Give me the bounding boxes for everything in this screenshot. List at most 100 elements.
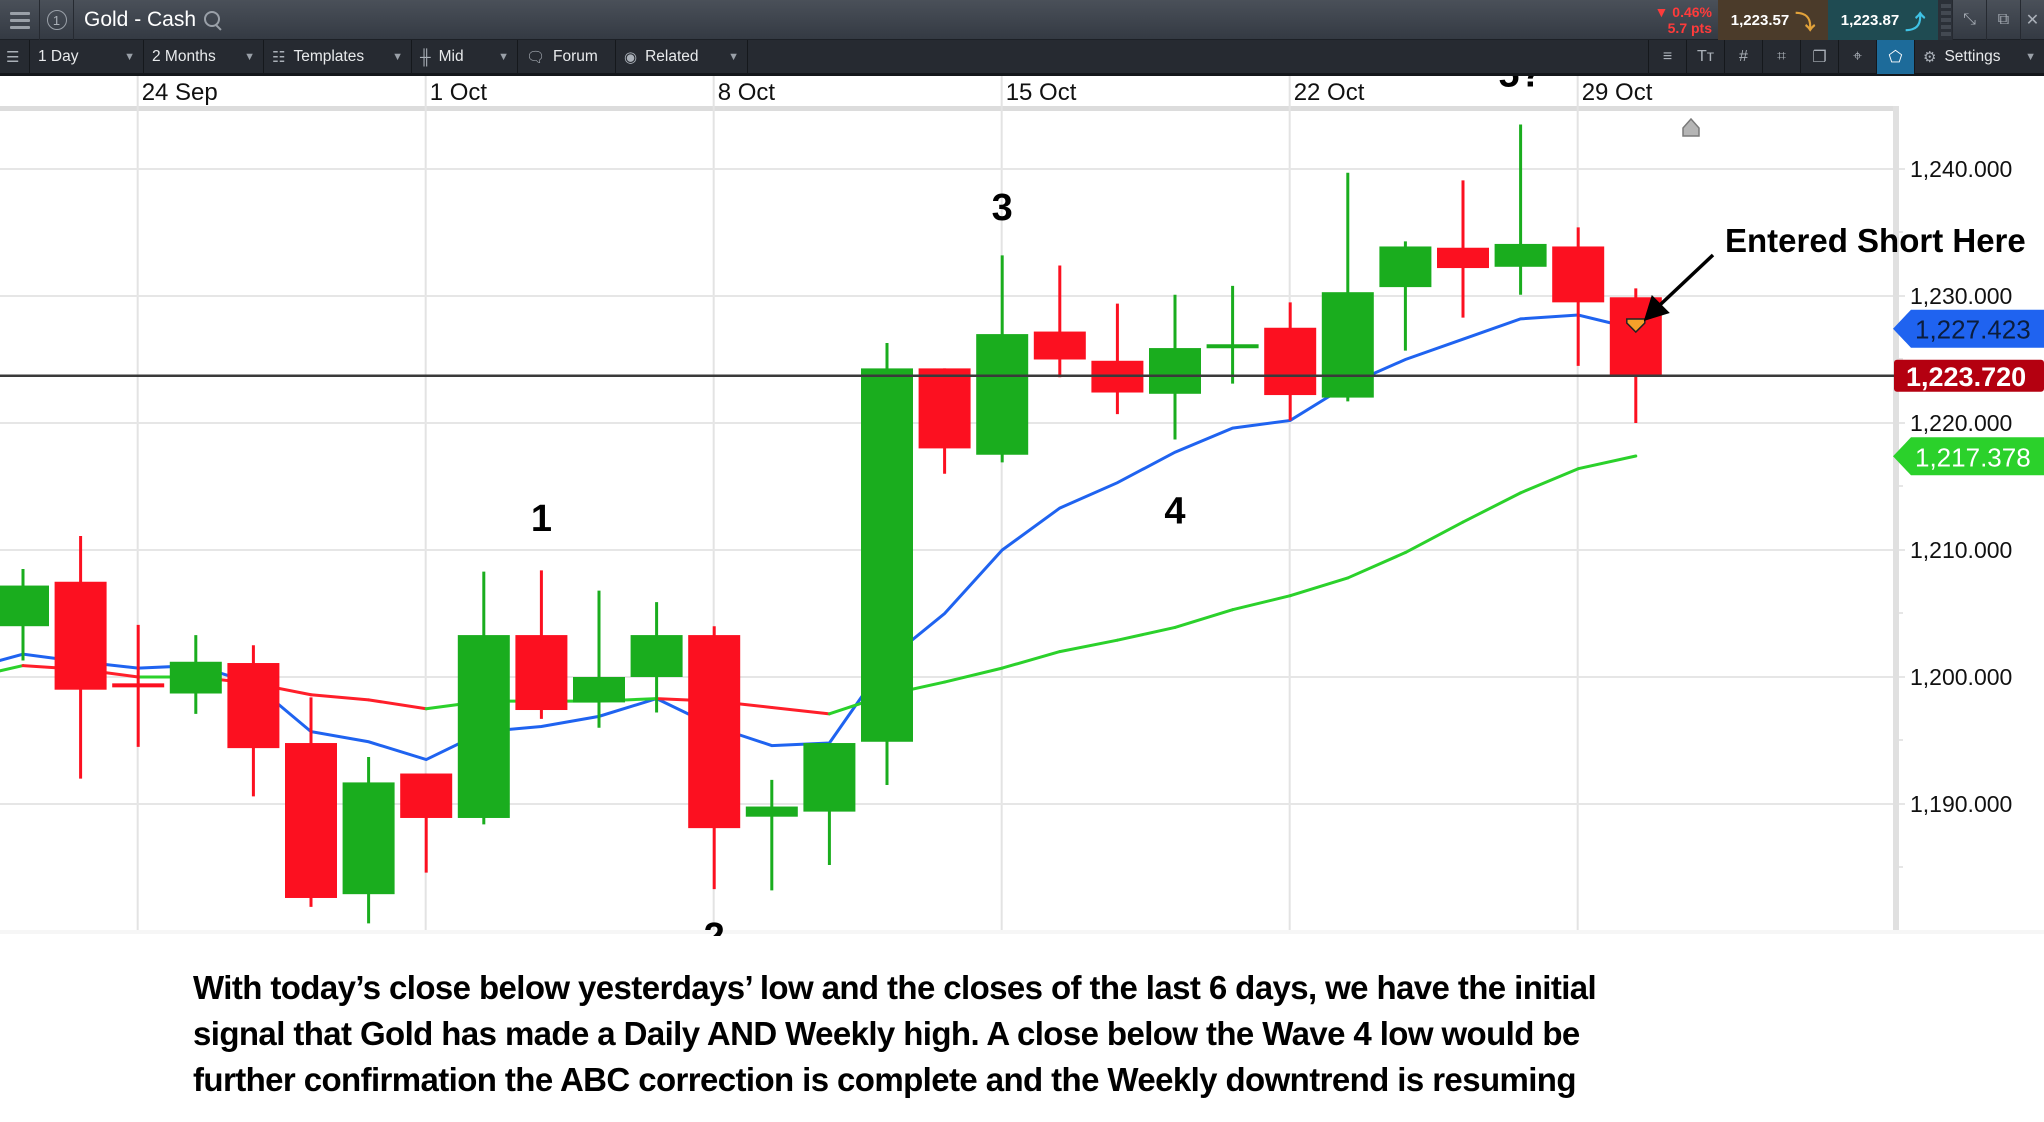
price-label-button[interactable]: ⬠ bbox=[1876, 40, 1914, 74]
window-number-badge[interactable]: 1 bbox=[40, 0, 74, 40]
list-button[interactable]: ☰ bbox=[0, 40, 30, 74]
annotation-arrow-line bbox=[1656, 253, 1715, 309]
wave-label: 4 bbox=[1164, 490, 1185, 532]
candle-body bbox=[457, 635, 510, 818]
depth-grip[interactable] bbox=[1938, 0, 1952, 40]
price-chart[interactable]: 24 Sep 1 Oct 8 Oct 15 Oct 22 Oct 29 Oct 1,190… bbox=[0, 76, 2044, 936]
grid-toggle-button[interactable]: # bbox=[1724, 40, 1762, 74]
tag-icon: ⬠ bbox=[1888, 49, 1903, 66]
candle-body bbox=[1149, 348, 1201, 394]
instrument-title[interactable]: Gold - Cash bbox=[84, 0, 222, 40]
price-badge-label: 1,227.423 bbox=[1915, 315, 2031, 345]
sell-arrow-icon: ⤵ bbox=[1795, 11, 1816, 34]
menu-button[interactable] bbox=[0, 0, 40, 40]
wave-label: 5? bbox=[1498, 76, 1542, 95]
slow-ma-segment bbox=[943, 666, 1004, 684]
candle-body bbox=[976, 334, 1029, 455]
layers-button[interactable]: ❐ bbox=[1800, 40, 1838, 74]
text-tool-button[interactable]: Tᴛ bbox=[1686, 40, 1724, 74]
candle-body bbox=[1264, 327, 1317, 396]
interval-dropdown[interactable]: 1 Day ▼ bbox=[30, 40, 144, 74]
candle bbox=[745, 779, 798, 891]
candles-icon: ╫ bbox=[420, 48, 431, 66]
sell-price: 1,223.57 bbox=[1730, 11, 1790, 29]
candle-body bbox=[1321, 292, 1374, 398]
buy-arrow-icon: ⤴ bbox=[1905, 11, 1926, 34]
candle-body bbox=[688, 635, 741, 829]
date-tick-label: 29 Oct bbox=[1582, 79, 1653, 106]
related-dropdown[interactable]: ◉ Related ▼ bbox=[616, 40, 748, 74]
candle bbox=[285, 697, 337, 907]
buy-button[interactable]: 1,223.87 ⤴ bbox=[1828, 0, 1938, 40]
candle-body bbox=[1206, 344, 1259, 349]
grid-edit-button[interactable]: ⌗ bbox=[1762, 40, 1800, 74]
price-type-dropdown[interactable]: ╫ Mid ▼ bbox=[412, 40, 518, 74]
candle bbox=[803, 743, 856, 865]
sell-button[interactable]: 1,223.57 ⤵ bbox=[1718, 0, 1828, 40]
chevron-down-icon: ▼ bbox=[2025, 51, 2036, 63]
candle-body bbox=[515, 635, 568, 711]
minimize-button[interactable]: ⤡ bbox=[1952, 0, 1986, 40]
slow-ma-segment bbox=[1288, 576, 1350, 598]
candle-body bbox=[918, 368, 971, 449]
crosshair-icon: ⌖ bbox=[1852, 48, 1862, 65]
candle bbox=[573, 590, 625, 728]
list-lines-icon: ≡ bbox=[1662, 48, 1673, 65]
price-badge-fast-ma: 1,227.423 bbox=[1893, 309, 2044, 348]
candle bbox=[1264, 302, 1317, 421]
price-tick-label: 1,200.000 bbox=[1910, 664, 2012, 690]
slow-ma-segment bbox=[1576, 454, 1638, 471]
chevron-down-icon: ▼ bbox=[392, 51, 403, 63]
scroll-to-latest-icon bbox=[1682, 117, 1700, 137]
indicator-list-button[interactable]: ≡ bbox=[1648, 40, 1686, 74]
candle bbox=[1091, 303, 1144, 415]
candle bbox=[169, 635, 222, 714]
candle bbox=[1033, 265, 1086, 378]
forum-button[interactable]: 🗨 Forum bbox=[518, 40, 616, 74]
candle bbox=[227, 645, 280, 797]
list-icon: ☰ bbox=[6, 49, 20, 66]
interval-value: 1 Day bbox=[38, 48, 79, 65]
price-tick-label: 1,240.000 bbox=[1910, 156, 2012, 182]
candle-body bbox=[285, 743, 337, 898]
range-dropdown[interactable]: 2 Months ▼ bbox=[144, 40, 264, 74]
related-label: Related bbox=[645, 48, 699, 65]
slow-ma-segment bbox=[1461, 491, 1523, 524]
date-tick-label: 24 Sep bbox=[142, 79, 218, 106]
close-button[interactable]: ✕ bbox=[2020, 0, 2044, 40]
chevron-down-icon: ▼ bbox=[124, 51, 135, 63]
crosshair-button[interactable]: ⌖ bbox=[1838, 40, 1876, 74]
text-size-icon: Tᴛ bbox=[1696, 48, 1715, 65]
candle bbox=[515, 570, 568, 719]
price-badges: 1,227.423 1,223.720 1,217.378 bbox=[1893, 309, 2044, 476]
search-icon[interactable] bbox=[204, 11, 222, 29]
candle-body bbox=[1379, 246, 1432, 288]
chart-window: 1 Gold - Cash ▼ 0.46% 5.7 pts 1,223.57 ⤵… bbox=[0, 0, 2044, 1122]
candle-body bbox=[54, 581, 107, 690]
templates-label: Templates bbox=[293, 48, 365, 65]
popout-button[interactable]: ⧉ bbox=[1986, 0, 2020, 40]
candle bbox=[1321, 172, 1374, 402]
slow-ma-segment bbox=[1231, 594, 1292, 612]
chart-toolbar: ☰ 1 Day ▼ 2 Months ▼ ☷ Templates ▼ ╫ Mid… bbox=[0, 40, 2044, 76]
templates-dropdown[interactable]: ☷ Templates ▼ bbox=[264, 40, 412, 74]
settings-dropdown[interactable]: ⚙ Settings ▼ bbox=[1914, 40, 2044, 74]
slow-ma-segment bbox=[1346, 551, 1407, 580]
chevron-down-icon: ▼ bbox=[244, 51, 255, 63]
wave-label: 3 bbox=[992, 187, 1013, 229]
slow-ma-segment bbox=[770, 705, 831, 716]
candle bbox=[342, 757, 395, 924]
candle bbox=[54, 536, 107, 779]
analysis-caption: With today’s close below yesterdays’ low… bbox=[193, 965, 1893, 1103]
settings-label: Settings bbox=[1944, 48, 2001, 65]
date-tick-label: 1 Oct bbox=[430, 79, 488, 106]
plot-bottom-edge bbox=[0, 930, 2044, 934]
wave-label: 1 bbox=[531, 498, 552, 540]
candle bbox=[918, 368, 971, 474]
date-tick-label: 15 Oct bbox=[1006, 79, 1077, 106]
price-badge-label: 1,217.378 bbox=[1915, 442, 2031, 472]
change-points: 5.7 pts bbox=[1667, 20, 1712, 36]
price-tick-label: 1,210.000 bbox=[1910, 537, 2012, 563]
minimize-icon: ⤡ bbox=[1963, 11, 1976, 28]
date-axis: 24 Sep 1 Oct 8 Oct 15 Oct 22 Oct 29 Oct bbox=[0, 76, 1893, 111]
